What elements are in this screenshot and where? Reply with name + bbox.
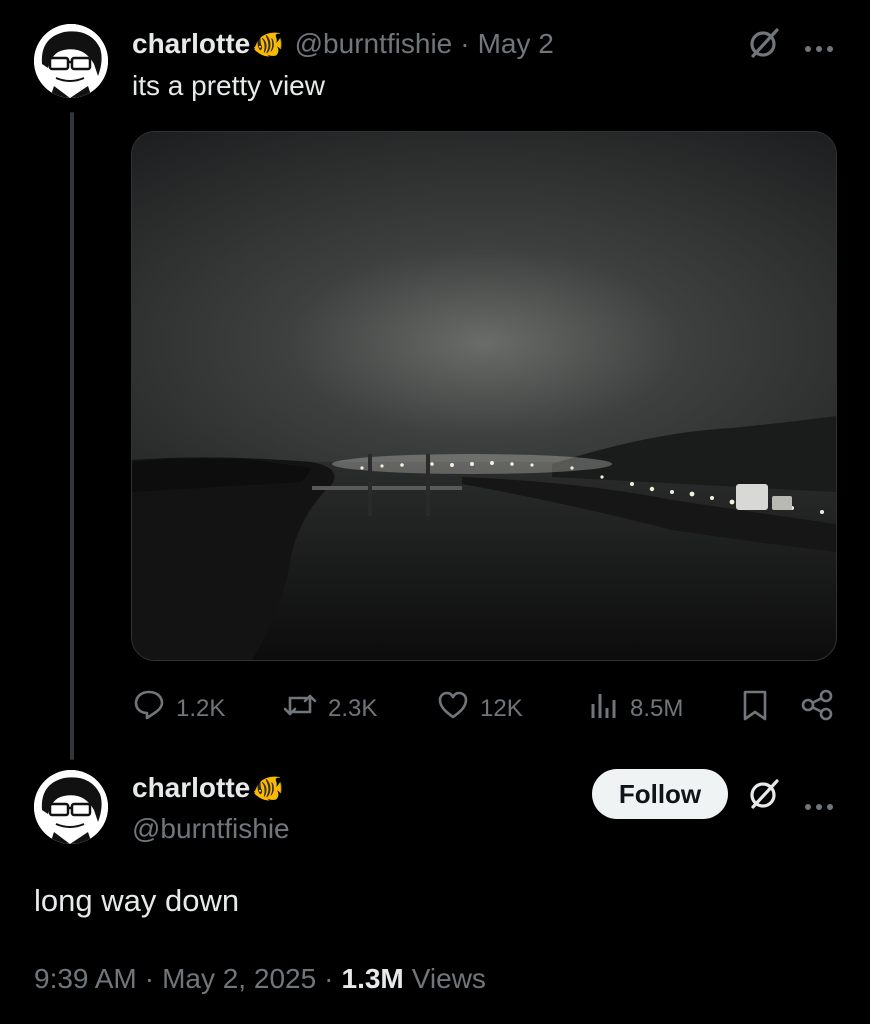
reply-views-label: Views: [411, 963, 486, 994]
reply-name-row: charlotte 🐠: [132, 772, 285, 804]
fish-emoji-icon: 🐠: [252, 772, 285, 803]
thread-line: [70, 112, 74, 760]
views-action[interactable]: 8.5M: [588, 688, 683, 729]
views-icon: [588, 688, 620, 729]
reply-time[interactable]: 9:39 AM: [34, 963, 137, 995]
grok-icon[interactable]: [747, 777, 781, 816]
grok-icon[interactable]: [747, 26, 781, 65]
avatar[interactable]: [34, 24, 108, 98]
more-icon[interactable]: [804, 788, 834, 818]
reply-text: long way down: [34, 883, 240, 918]
reply-avatar[interactable]: [34, 770, 108, 844]
views-count: 8.5M: [630, 694, 684, 722]
bookmark-icon[interactable]: [740, 688, 770, 727]
avatar-illustration: [34, 770, 108, 844]
reply-handle[interactable]: @burntfishie: [132, 813, 290, 845]
reply-count: 1.2K: [176, 694, 226, 722]
share-icon[interactable]: [800, 688, 834, 727]
like-icon: [436, 688, 470, 729]
night-river-photo: [132, 132, 836, 660]
reply-action[interactable]: 1.2K: [132, 688, 225, 729]
separator: ·: [460, 28, 470, 59]
repost-action[interactable]: 2.3K: [282, 688, 377, 729]
separator: ·: [324, 963, 334, 994]
like-count: 12K: [480, 694, 523, 722]
like-action[interactable]: 12K: [436, 688, 523, 729]
tweet-text: its a pretty view: [132, 70, 325, 101]
repost-count: 2.3K: [328, 694, 378, 722]
tweet-image[interactable]: [131, 131, 837, 661]
reply-icon: [132, 688, 166, 729]
reply-date[interactable]: May 2, 2025: [162, 963, 316, 995]
tweet-date[interactable]: May 2: [478, 28, 554, 60]
handle[interactable]: @burntfishie: [295, 28, 453, 60]
follow-button[interactable]: Follow: [592, 769, 728, 819]
reply-views-count: 1.3M: [341, 963, 404, 994]
avatar-illustration: [34, 24, 108, 98]
tweet-header: charlotte 🐠 @burntfishie · May 2: [132, 26, 554, 62]
separator: ·: [144, 963, 155, 994]
more-icon[interactable]: [804, 30, 834, 60]
display-name[interactable]: charlotte: [132, 28, 250, 60]
fish-emoji-icon: 🐠: [252, 28, 285, 59]
repost-icon: [282, 688, 318, 729]
reply-display-name[interactable]: charlotte: [132, 772, 250, 804]
reply-meta: 9:39 AM · May 2, 2025 · 1.3M Views: [34, 963, 486, 995]
